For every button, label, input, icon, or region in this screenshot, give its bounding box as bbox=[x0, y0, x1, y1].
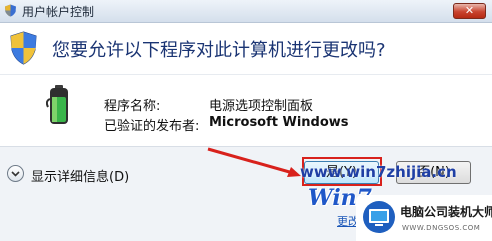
program-name-value: 电源选项控制面板 bbox=[209, 99, 314, 114]
close-button[interactable]: ✕ bbox=[453, 3, 486, 19]
uac-shield-icon bbox=[5, 4, 16, 17]
uac-shield-icon bbox=[10, 31, 37, 65]
window-title: 用户帐户控制 bbox=[22, 5, 95, 19]
program-name-label: 程序名称: bbox=[104, 99, 161, 114]
publisher-value: Microsoft Windows bbox=[209, 115, 349, 130]
prompt-band: 您要允许以下程序对此计算机进行更改吗? bbox=[0, 23, 492, 75]
prompt-question: 您要允许以下程序对此计算机进行更改吗? bbox=[52, 40, 386, 61]
program-details: 程序名称: 电源选项控制面板 已验证的发布者: Microsoft Window… bbox=[0, 75, 492, 145]
red-arrow-annotation bbox=[207, 147, 301, 177]
brand-name: 电脑公司装机大师 bbox=[400, 205, 492, 219]
battery-power-icon bbox=[46, 85, 68, 124]
dialog-footer: 显示详细信息(D) 是(Y) 否(N) www.win7zhijia.cn Wi… bbox=[0, 147, 492, 241]
publisher-label: 已验证的发布者: bbox=[104, 119, 200, 134]
brand-logo-icon bbox=[363, 201, 395, 233]
brand-badge: 电脑公司装机大师 WWW.DNGSOS.COM bbox=[356, 195, 492, 241]
chevron-down-icon bbox=[11, 171, 20, 177]
watermark-url: www.win7zhijia.cn bbox=[300, 163, 457, 181]
show-details-toggle[interactable] bbox=[7, 165, 24, 182]
brand-url: WWW.DNGSOS.COM bbox=[402, 224, 481, 232]
show-details-label[interactable]: 显示详细信息(D) bbox=[31, 166, 129, 185]
title-bar: 用户帐户控制 ✕ bbox=[0, 0, 492, 23]
